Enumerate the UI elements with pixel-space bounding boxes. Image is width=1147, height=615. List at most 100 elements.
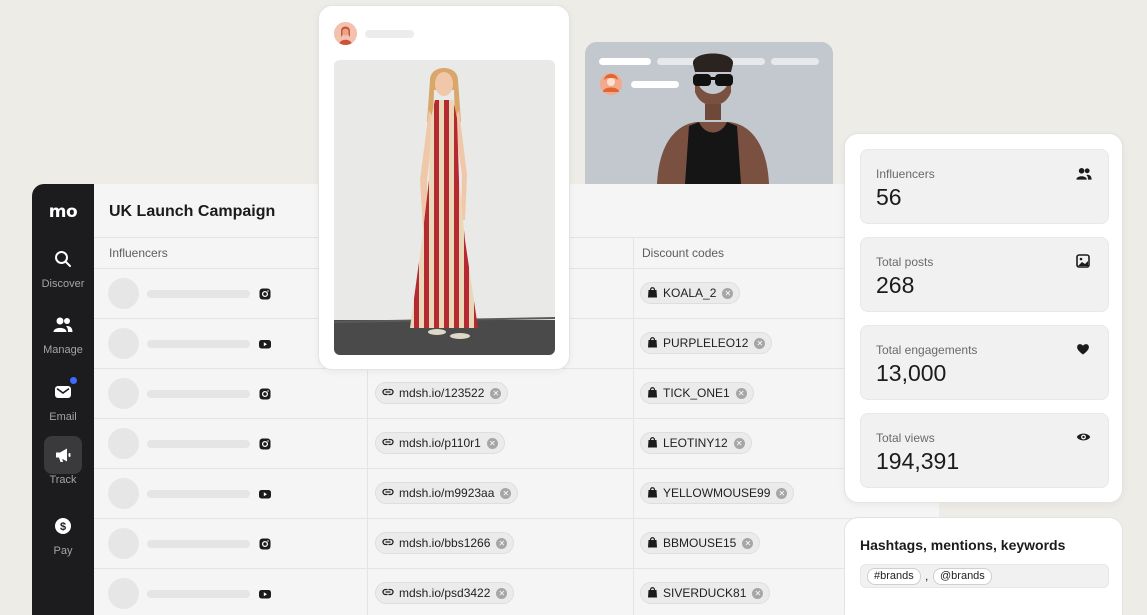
remove-icon[interactable]: ✕ <box>742 537 754 549</box>
avatar <box>108 378 139 409</box>
link-text: mdsh.io/m9923aa <box>399 486 495 500</box>
sidebar-item-pay[interactable]: $ Pay <box>32 507 94 557</box>
table-row[interactable]: mdsh.io/123522 ✕ TICK_ONE1 ✕ <box>94 368 939 418</box>
table-row[interactable]: mdsh.io/p110r1 ✕ LEOTINY12 ✕ <box>94 418 939 468</box>
avatar <box>108 578 139 609</box>
link-text: mdsh.io/p110r1 <box>399 436 481 450</box>
discount-code-text: SIVERDUCK81 <box>663 586 747 600</box>
discount-code-chip[interactable]: YELLOWMOUSE99 ✕ <box>640 482 795 504</box>
discount-code-text: TICK_ONE1 <box>663 386 730 400</box>
name-placeholder <box>147 340 250 348</box>
avatar <box>108 528 139 559</box>
tag-separator: , <box>925 569 929 583</box>
remove-icon[interactable]: ✕ <box>496 587 508 599</box>
name-placeholder <box>147 390 250 398</box>
app-logo[interactable]: mo <box>32 202 94 222</box>
post-card[interactable] <box>585 42 833 184</box>
avatar <box>108 278 139 309</box>
name-placeholder <box>147 540 250 548</box>
link-icon <box>382 536 394 551</box>
hashtags-panel: Hashtags, mentions, keywords #brands , @… <box>844 517 1123 615</box>
discount-code-chip[interactable]: SIVERDUCK81 ✕ <box>640 582 771 604</box>
youtube-icon <box>259 587 271 599</box>
stat-value: 56 <box>876 184 902 210</box>
stat-value: 194,391 <box>876 448 960 474</box>
stat-card-total-engagements[interactable]: Total engagements 13,000 <box>860 325 1109 400</box>
remove-icon[interactable]: ✕ <box>486 437 498 449</box>
youtube-icon <box>259 487 271 499</box>
sidebar-item-label: Email <box>49 411 77 423</box>
stat-card-total-views[interactable]: Total views 194,391 <box>860 413 1109 488</box>
discount-code-chip[interactable]: TICK_ONE1 ✕ <box>640 382 754 404</box>
shopify-bag-icon <box>647 436 658 451</box>
users-icon <box>1076 166 1092 182</box>
column-header-discount-codes[interactable]: Discount codes <box>642 246 724 260</box>
sidebar-item-email[interactable]: Email <box>32 373 94 423</box>
discount-code-chip[interactable]: BBMOUSE15 ✕ <box>640 532 761 554</box>
sidebar: mo Discover Manage Email Track $ Pay <box>32 184 94 615</box>
stat-card-influencers[interactable]: Influencers 56 <box>860 149 1109 224</box>
remove-icon[interactable]: ✕ <box>735 387 747 399</box>
instagram-icon <box>259 537 271 550</box>
table-row[interactable]: mdsh.io/m9923aa ✕ YELLOWMOUSE99 ✕ <box>94 468 939 518</box>
link-icon <box>382 586 394 601</box>
discount-code-text: KOALA_2 <box>663 286 717 300</box>
link-text: mdsh.io/123522 <box>399 386 485 400</box>
tracking-link-chip[interactable]: mdsh.io/123522 ✕ <box>375 382 509 404</box>
remove-icon[interactable]: ✕ <box>500 487 512 499</box>
column-header-influencers[interactable]: Influencers <box>109 246 168 260</box>
discount-code-chip[interactable]: PURPLELEO12 ✕ <box>640 332 773 354</box>
remove-icon[interactable]: ✕ <box>776 487 788 499</box>
name-placeholder <box>147 590 250 598</box>
table-row[interactable]: mdsh.io/psd3422 ✕ SIVERDUCK81 ✕ <box>94 568 939 615</box>
sidebar-item-label: Track <box>49 474 77 486</box>
tracking-link-chip[interactable]: mdsh.io/m9923aa ✕ <box>375 482 519 504</box>
remove-icon[interactable]: ✕ <box>754 337 766 349</box>
discount-code-text: LEOTINY12 <box>663 436 728 450</box>
image-icon <box>1076 254 1092 270</box>
remove-icon[interactable]: ✕ <box>490 387 502 399</box>
shopify-bag-icon <box>647 336 658 351</box>
sidebar-item-track[interactable]: Track <box>32 436 94 486</box>
tracking-link-chip[interactable]: mdsh.io/bbs1266 ✕ <box>375 532 515 554</box>
sidebar-item-discover[interactable]: Discover <box>32 240 94 290</box>
discount-code-chip[interactable]: LEOTINY12 ✕ <box>640 432 752 454</box>
remove-icon[interactable]: ✕ <box>722 287 734 299</box>
discount-code-text: BBMOUSE15 <box>663 536 737 550</box>
avatar <box>108 478 139 509</box>
megaphone-icon <box>44 436 82 474</box>
eye-icon <box>1076 430 1092 446</box>
hashtags-title: Hashtags, mentions, keywords <box>860 537 1066 553</box>
page-title: UK Launch Campaign <box>109 203 276 220</box>
dollar-icon: $ <box>44 507 82 545</box>
sidebar-item-label: Manage <box>43 344 83 356</box>
post-image[interactable] <box>334 60 555 355</box>
link-text: mdsh.io/psd3422 <box>399 586 491 600</box>
stat-label: Total posts <box>876 255 934 269</box>
avatar <box>334 22 357 45</box>
sidebar-item-label: Discover <box>41 278 85 290</box>
discount-code-chip[interactable]: KOALA_2 ✕ <box>640 282 741 304</box>
stat-card-total-posts[interactable]: Total posts 268 <box>860 237 1109 312</box>
remove-icon[interactable]: ✕ <box>496 537 508 549</box>
username-placeholder <box>365 30 414 38</box>
users-icon <box>44 306 82 344</box>
post-card[interactable] <box>318 5 570 370</box>
name-placeholder <box>147 490 250 498</box>
sidebar-item-manage[interactable]: Manage <box>32 306 94 356</box>
table-row[interactable]: mdsh.io/bbs1266 ✕ BBMOUSE15 ✕ <box>94 518 939 568</box>
shopify-bag-icon <box>647 286 658 301</box>
search-icon <box>44 240 82 278</box>
remove-icon[interactable]: ✕ <box>752 587 764 599</box>
mention-chip[interactable]: @brands <box>933 568 992 585</box>
tracking-link-chip[interactable]: mdsh.io/psd3422 ✕ <box>375 582 515 604</box>
hashtag-chip[interactable]: #brands <box>867 568 921 585</box>
stat-label: Total engagements <box>876 343 978 357</box>
remove-icon[interactable]: ✕ <box>733 437 745 449</box>
hashtags-input[interactable]: #brands , @brands <box>860 564 1109 588</box>
tracking-link-chip[interactable]: mdsh.io/p110r1 ✕ <box>375 432 505 454</box>
sidebar-item-label: Pay <box>53 545 73 557</box>
stat-value: 268 <box>876 272 915 298</box>
link-text: mdsh.io/bbs1266 <box>399 536 491 550</box>
discount-code-text: PURPLELEO12 <box>663 336 749 350</box>
